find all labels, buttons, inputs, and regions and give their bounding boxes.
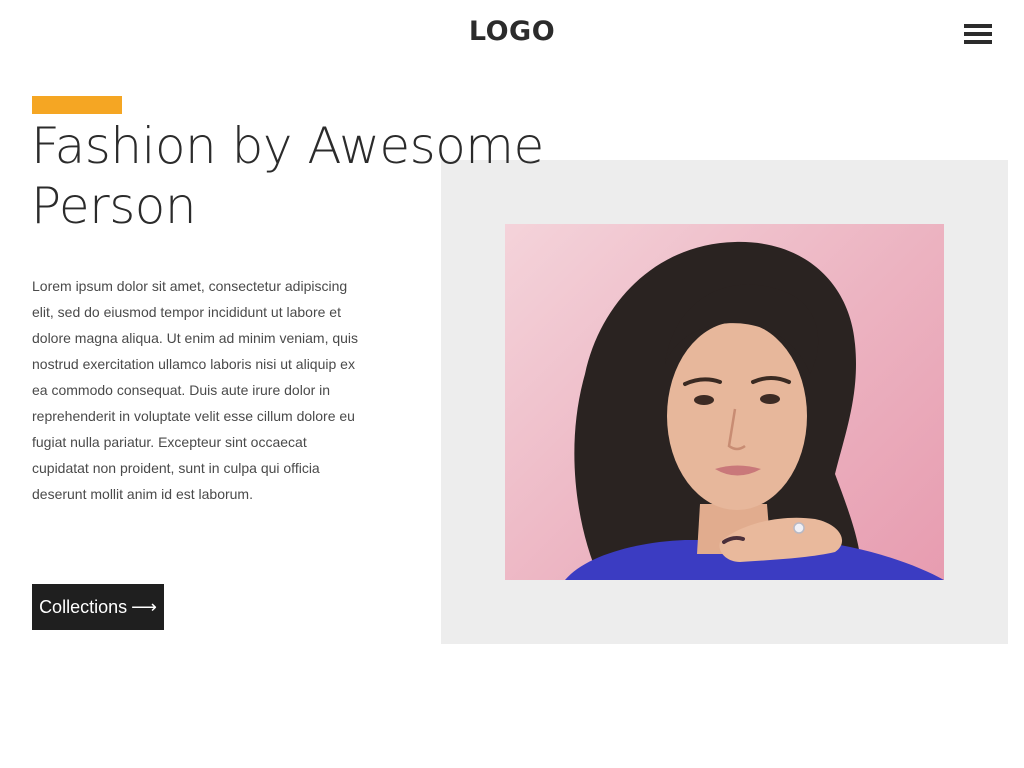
hero-portrait-photo	[505, 224, 944, 580]
accent-bar	[32, 96, 122, 114]
hamburger-menu-icon[interactable]	[964, 24, 992, 46]
arrow-right-icon: ⟶	[131, 596, 157, 617]
menu-bar-middle	[964, 32, 992, 36]
hero-headline: Fashion by Awesome Person	[31, 116, 551, 236]
site-header: LOGO	[0, 0, 1024, 70]
hero-body-text: Lorem ipsum dolor sit amet, consectetur …	[32, 278, 359, 502]
menu-bar-top	[964, 24, 992, 28]
logo[interactable]: LOGO	[0, 16, 1024, 47]
hero-headline-line-1: Fashion by Awesome	[31, 117, 544, 175]
collections-button-label: Collections	[39, 596, 128, 617]
menu-bar-bottom	[964, 40, 992, 44]
collections-button[interactable]: Collections ⟶	[32, 584, 164, 630]
hero-headline-line-2: Person	[31, 177, 197, 235]
